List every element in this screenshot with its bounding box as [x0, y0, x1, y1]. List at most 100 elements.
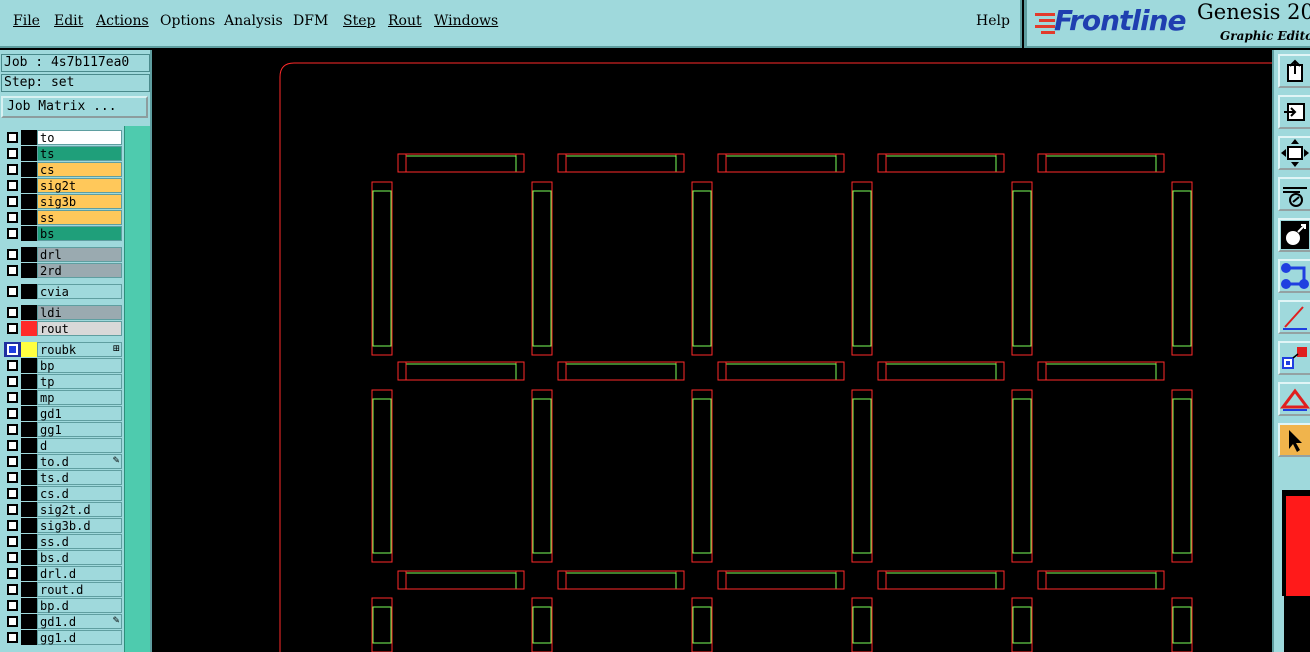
- step-icon[interactable]: [1278, 95, 1310, 129]
- board-view[interactable]: [154, 50, 1272, 652]
- angle-icon[interactable]: [1278, 382, 1310, 416]
- graphic-canvas[interactable]: [154, 50, 1272, 652]
- layer-affected-swatch[interactable]: [21, 422, 37, 437]
- menu-rout[interactable]: Rout: [388, 13, 422, 29]
- layer-checkbox[interactable]: [7, 456, 18, 467]
- layer-row-rout-d[interactable]: rout.d: [4, 582, 122, 597]
- line-icon[interactable]: [1278, 300, 1310, 334]
- menu-windows[interactable]: Windows: [434, 13, 498, 29]
- menu-edit[interactable]: Edit: [54, 13, 83, 29]
- layer-checkbox[interactable]: [7, 568, 18, 579]
- layer-affected-swatch[interactable]: [21, 210, 37, 225]
- layer-row-bp-d[interactable]: bp.d: [4, 598, 122, 613]
- layer-row-2rd[interactable]: 2rd: [4, 263, 122, 278]
- select-feature-icon[interactable]: [1278, 218, 1310, 252]
- layer-checkbox[interactable]: [7, 180, 18, 191]
- layer-affected-swatch[interactable]: [21, 374, 37, 389]
- layer-checkbox[interactable]: [7, 392, 18, 403]
- layer-checkbox[interactable]: [7, 408, 18, 419]
- layer-affected-swatch[interactable]: [21, 534, 37, 549]
- layer-checkbox[interactable]: [7, 472, 18, 483]
- layer-row-gd1[interactable]: gd1: [4, 406, 122, 421]
- layer-checkbox[interactable]: [7, 520, 18, 531]
- layer-row-ldi[interactable]: ldi: [4, 305, 122, 320]
- layer-checkbox[interactable]: [7, 360, 18, 371]
- layer-affected-swatch[interactable]: [21, 614, 37, 629]
- layer-row-mp[interactable]: mp: [4, 390, 122, 405]
- layer-row-bp[interactable]: bp: [4, 358, 122, 373]
- layer-checkbox[interactable]: [7, 286, 18, 297]
- layer-row-ss-d[interactable]: ss.d: [4, 534, 122, 549]
- layer-row-gg1[interactable]: gg1: [4, 422, 122, 437]
- layer-affected-swatch[interactable]: [21, 582, 37, 597]
- layer-checkbox[interactable]: [7, 552, 18, 563]
- layer-checkbox[interactable]: [7, 536, 18, 547]
- layer-affected-swatch[interactable]: [21, 263, 37, 278]
- measure-icon[interactable]: [1278, 177, 1310, 211]
- layer-affected-swatch[interactable]: [21, 247, 37, 262]
- layer-checkbox[interactable]: [7, 212, 18, 223]
- layer-affected-swatch[interactable]: [21, 226, 37, 241]
- layer-row-ts-d[interactable]: ts.d: [4, 470, 122, 485]
- open-icon[interactable]: [1278, 54, 1310, 88]
- layer-affected-swatch[interactable]: [21, 358, 37, 373]
- menu-options[interactable]: Options: [160, 13, 215, 29]
- menu-dfm[interactable]: DFM: [293, 13, 328, 29]
- menu-file[interactable]: File: [13, 13, 40, 29]
- layer-affected-swatch[interactable]: [21, 438, 37, 453]
- layer-checkbox[interactable]: [7, 488, 18, 499]
- layer-row-sig2t-d[interactable]: sig2t.d: [4, 502, 122, 517]
- menu-actions[interactable]: Actions: [96, 13, 149, 29]
- layer-affected-swatch[interactable]: [21, 146, 37, 161]
- layer-row-sig3b[interactable]: sig3b: [4, 194, 122, 209]
- layer-checkbox[interactable]: [7, 164, 18, 175]
- layer-row-to-d[interactable]: to.d ✎: [4, 454, 122, 469]
- layer-checkbox[interactable]: [7, 424, 18, 435]
- layer-checkbox[interactable]: [7, 616, 18, 627]
- layer-affected-swatch[interactable]: [21, 470, 37, 485]
- layer-checkbox[interactable]: [7, 148, 18, 159]
- layer-row-bs[interactable]: bs: [4, 226, 122, 241]
- layer-affected-swatch[interactable]: [21, 178, 37, 193]
- layer-row-ts[interactable]: ts: [4, 146, 122, 161]
- layer-row-cs-d[interactable]: cs.d: [4, 486, 122, 501]
- layer-checkbox[interactable]: [7, 132, 18, 143]
- layer-row-rout[interactable]: rout: [4, 321, 122, 336]
- layer-affected-swatch[interactable]: [21, 390, 37, 405]
- layer-row-gg1-d[interactable]: gg1.d: [4, 630, 122, 645]
- layer-row-to[interactable]: to: [4, 130, 122, 145]
- menu-analysis[interactable]: Analysis: [224, 13, 283, 29]
- layer-checkbox[interactable]: [7, 632, 18, 643]
- layer-checkbox[interactable]: [7, 440, 18, 451]
- layer-checkbox[interactable]: [7, 584, 18, 595]
- layer-checkbox[interactable]: [7, 307, 18, 318]
- zoom-fit-icon[interactable]: [1278, 136, 1310, 170]
- menu-help[interactable]: Help: [976, 13, 1010, 29]
- layer-affected-swatch[interactable]: [21, 162, 37, 177]
- layer-affected-swatch[interactable]: [21, 194, 37, 209]
- layer-row-d[interactable]: d: [4, 438, 122, 453]
- layer-row-sig3b-d[interactable]: sig3b.d: [4, 518, 122, 533]
- layer-affected-swatch[interactable]: [21, 342, 37, 357]
- layer-checkbox[interactable]: [7, 249, 18, 260]
- layer-affected-swatch[interactable]: [21, 130, 37, 145]
- layer-checkbox[interactable]: [7, 376, 18, 387]
- layer-affected-swatch[interactable]: [21, 518, 37, 533]
- layer-row-drl[interactable]: drl: [4, 247, 122, 262]
- layer-checkbox[interactable]: [7, 600, 18, 611]
- job-matrix-button[interactable]: Job Matrix ...: [1, 96, 148, 118]
- layer-row-drl-d[interactable]: drl.d: [4, 566, 122, 581]
- layer-row-ss[interactable]: ss: [4, 210, 122, 225]
- layer-checkbox[interactable]: [7, 265, 18, 276]
- layer-checkbox[interactable]: [7, 228, 18, 239]
- move-icon[interactable]: [1278, 341, 1310, 375]
- layer-checkbox[interactable]: [7, 196, 18, 207]
- layer-row-sig2t[interactable]: sig2t: [4, 178, 122, 193]
- pointer-icon[interactable]: [1278, 423, 1310, 457]
- layer-row-roubk[interactable]: roubk ⊞: [4, 342, 122, 357]
- layer-row-cs[interactable]: cs: [4, 162, 122, 177]
- layer-affected-swatch[interactable]: [21, 502, 37, 517]
- layer-row-tp[interactable]: tp: [4, 374, 122, 389]
- layer-affected-swatch[interactable]: [21, 630, 37, 645]
- layer-checkbox[interactable]: [7, 323, 18, 334]
